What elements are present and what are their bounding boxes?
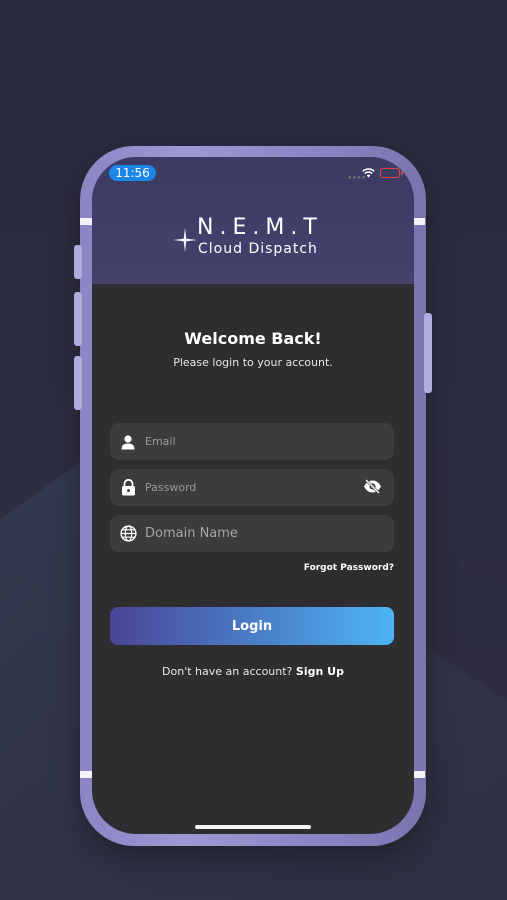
signup-row: Don't have an account? Sign Up — [92, 665, 414, 678]
sparkle-star-icon — [173, 228, 197, 252]
domain-input[interactable] — [145, 526, 345, 541]
status-icons — [362, 168, 403, 178]
logo-subtitle: Cloud Dispatch — [198, 241, 318, 257]
email-input[interactable] — [145, 435, 345, 448]
password-input[interactable] — [145, 481, 345, 494]
app-header: 11:56 ●●●● N.E.M.T Cloud Dispatch — [92, 157, 414, 284]
eye-slash-icon[interactable] — [363, 479, 382, 494]
antenna-band — [80, 218, 92, 225]
forgot-password-link[interactable]: Forgot Password? — [304, 563, 394, 573]
phone-volume-up-button — [74, 292, 82, 346]
login-button[interactable]: Login — [110, 607, 394, 645]
password-field[interactable] — [110, 469, 394, 506]
signup-link[interactable]: Sign Up — [296, 665, 344, 678]
phone-power-button — [424, 313, 432, 393]
logo-title: N.E.M.T — [197, 215, 323, 240]
signup-prompt: Don't have an account? — [162, 665, 293, 678]
status-time: 11:56 — [109, 165, 156, 181]
phone-mute-switch — [74, 245, 82, 279]
wifi-icon — [362, 168, 375, 178]
home-indicator[interactable] — [195, 825, 311, 829]
email-field[interactable] — [110, 423, 394, 460]
app-logo: N.E.M.T Cloud Dispatch — [172, 215, 337, 263]
welcome-title: Welcome Back! — [184, 329, 322, 348]
battery-icon — [380, 168, 403, 178]
globe-icon — [119, 525, 137, 543]
phone-volume-down-button — [74, 356, 82, 410]
app-screen: 11:56 ●●●● N.E.M.T Cloud Dispatch Welcom… — [92, 157, 414, 834]
domain-field[interactable] — [110, 515, 394, 552]
antenna-band — [413, 771, 425, 778]
lock-icon — [119, 479, 137, 497]
user-icon — [119, 433, 137, 451]
antenna-band — [80, 771, 92, 778]
welcome-subtitle: Please login to your account. — [173, 356, 333, 369]
antenna-band — [413, 218, 425, 225]
